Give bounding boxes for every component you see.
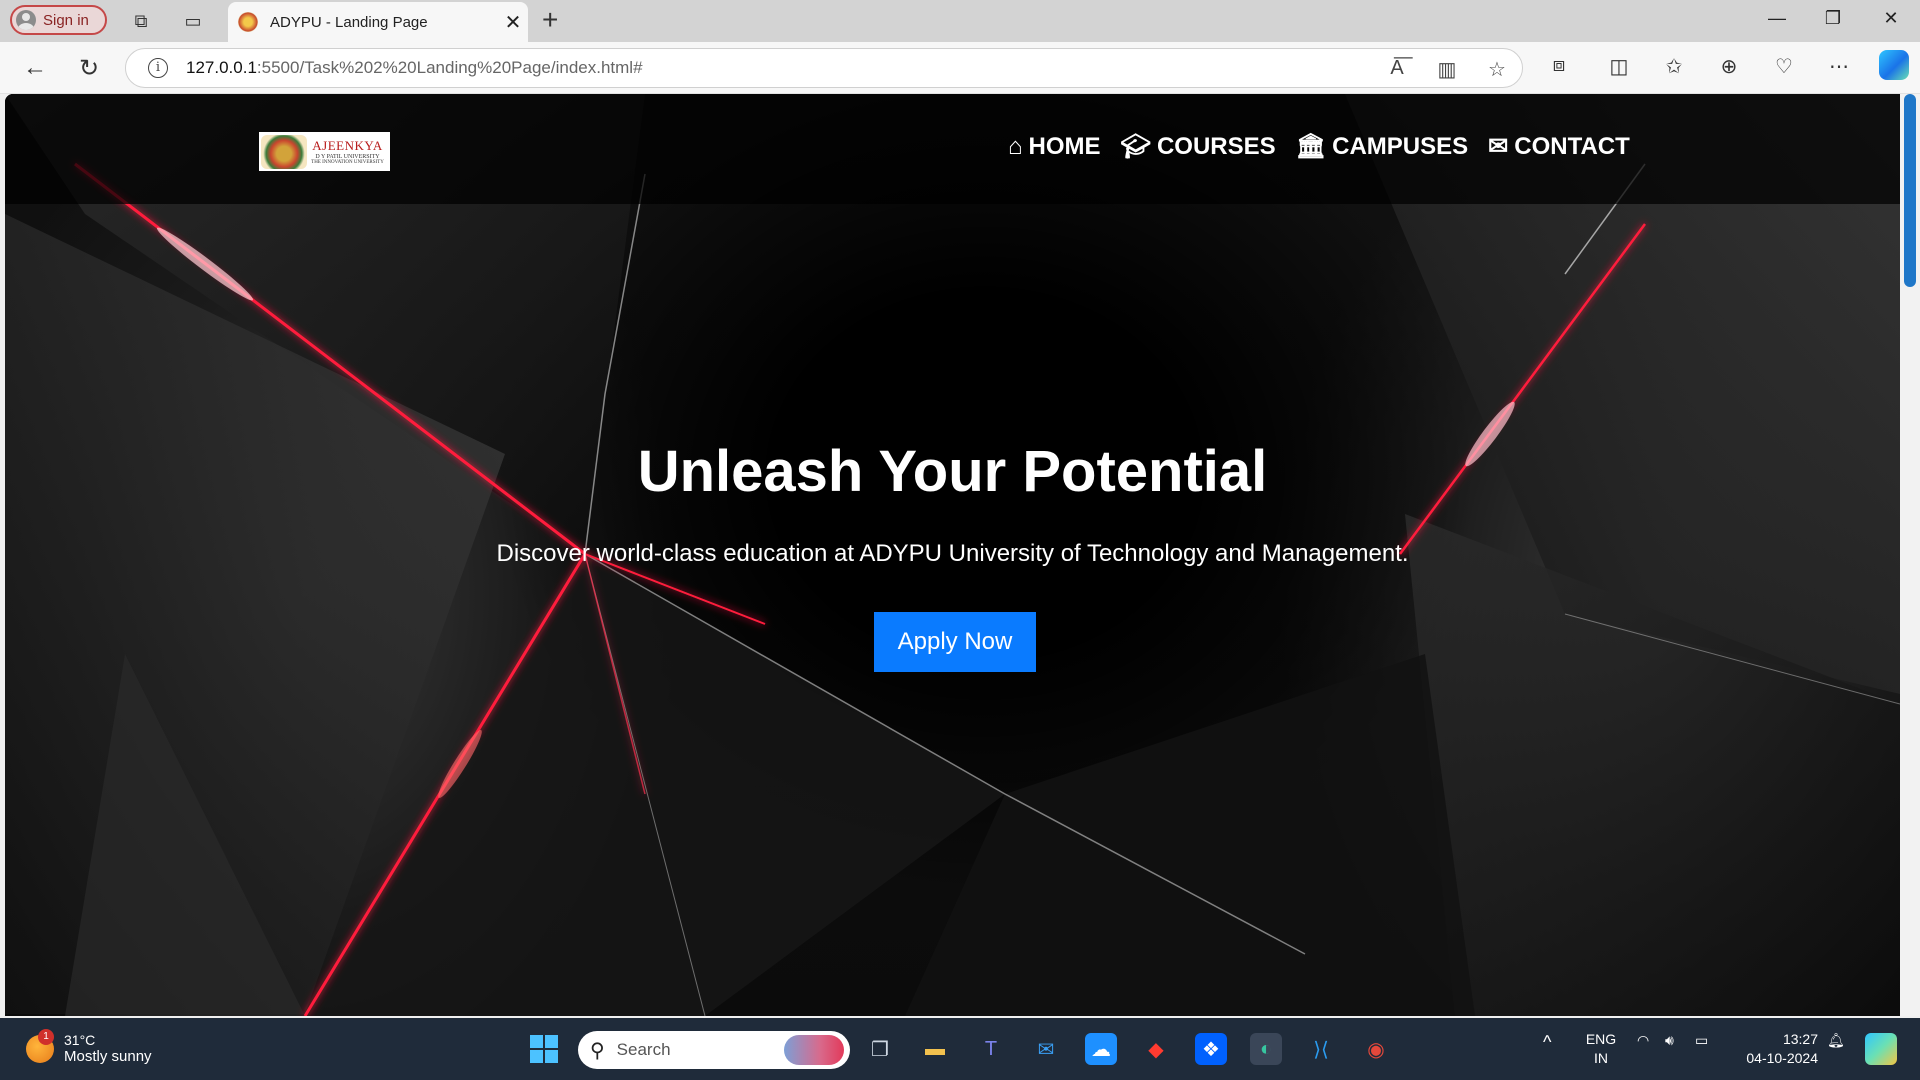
- wifi-icon[interactable]: ◠: [1637, 1032, 1649, 1049]
- nav-home-label: HOME: [1028, 132, 1101, 160]
- clock-time: 13:27: [1782, 1031, 1818, 1047]
- url-text[interactable]: 127.0.0.1:5500/Task%202%20Landing%20Page…: [186, 58, 643, 78]
- language-indicator[interactable]: ENG IN: [1584, 1030, 1618, 1068]
- favorites-icon[interactable]: ✩: [1659, 54, 1689, 79]
- workspaces-icon[interactable]: ⧉: [129, 9, 153, 33]
- system-clock[interactable]: 13:27 04-10-2024: [1738, 1030, 1818, 1068]
- file-explorer-icon[interactable]: ▬: [919, 1033, 951, 1065]
- weather-widget[interactable]: 1 31°C Mostly sunny: [26, 1028, 152, 1065]
- favorite-star-icon[interactable]: ☆: [1482, 57, 1512, 82]
- profile-avatar-icon: [16, 10, 36, 30]
- immersive-reader-icon[interactable]: ▥: [1432, 57, 1462, 82]
- search-highlight-art: [784, 1035, 844, 1065]
- close-window-icon[interactable]: ✕: [1871, 8, 1911, 29]
- home-icon: ⌂: [1008, 132, 1023, 160]
- logo-line-1: AJEENKYA: [312, 138, 383, 153]
- taskbar-search[interactable]: ⚲ Search: [578, 1031, 850, 1069]
- nav-contact[interactable]: ✉ CONTACT: [1488, 132, 1630, 161]
- chrome-icon[interactable]: ◉: [1360, 1033, 1392, 1065]
- sign-in-label: Sign in: [43, 11, 89, 29]
- sign-in-button[interactable]: Sign in: [10, 5, 107, 35]
- university-logo[interactable]: AJEENKYA D Y PATIL UNIVERSITY THE INNOVA…: [259, 132, 390, 171]
- nav-campuses[interactable]: 🏛︎ CAMPUSES: [1296, 132, 1469, 161]
- edge-browser-icon[interactable]: ◐: [1250, 1033, 1282, 1065]
- region-code: IN: [1594, 1050, 1608, 1066]
- weather-temperature: 31°C: [64, 1032, 96, 1048]
- anydesk-icon[interactable]: ◆: [1140, 1033, 1172, 1065]
- nav-courses[interactable]: 🎓︎ COURSES: [1121, 132, 1276, 161]
- more-menu-icon[interactable]: ⋯: [1824, 54, 1854, 79]
- language-code: ENG: [1585, 1031, 1617, 1047]
- search-icon: ⚲: [590, 1039, 605, 1062]
- weather-badge: 1: [38, 1028, 54, 1045]
- windows-start-icon[interactable]: [528, 1033, 560, 1065]
- nav-contact-label: CONTACT: [1514, 132, 1630, 160]
- vscode-icon[interactable]: ⟩⟨: [1305, 1033, 1337, 1065]
- scrollbar-thumb[interactable]: [1904, 94, 1916, 287]
- restore-icon[interactable]: ❐: [1813, 8, 1853, 29]
- tab-landing-page[interactable]: ADYPU - Landing Page ✕: [228, 2, 528, 42]
- apply-now-button[interactable]: Apply Now: [874, 612, 1036, 672]
- browser-tab-bar: Sign in ⧉ ▭ ADYPU - Landing Page ✕ + — ❐…: [0, 0, 1920, 42]
- cloud-upload-icon[interactable]: ☁: [1085, 1033, 1117, 1065]
- back-icon[interactable]: ←: [20, 54, 50, 82]
- browser-essentials-icon[interactable]: ♡: [1769, 54, 1799, 79]
- mail-icon[interactable]: ✉: [1030, 1033, 1062, 1065]
- page-scrollbar[interactable]: [1900, 94, 1920, 1016]
- main-nav: ⌂ HOME 🎓︎ COURSES 🏛︎ CAMPUSES ✉ CONTACT: [1008, 132, 1630, 161]
- close-tab-icon[interactable]: ✕: [498, 10, 528, 35]
- logo-line-3: THE INNOVATION UNIVERSITY: [311, 160, 384, 165]
- weather-description: Mostly sunny: [64, 1048, 152, 1065]
- tab-title: ADYPU - Landing Page: [270, 13, 428, 31]
- collections-icon[interactable]: ⊕: [1714, 54, 1744, 79]
- minimize-icon[interactable]: —: [1757, 8, 1797, 29]
- tab-actions-icon[interactable]: ▭: [181, 9, 205, 33]
- graduation-cap-icon: 🎓︎: [1120, 133, 1151, 160]
- refresh-icon[interactable]: ↻: [74, 54, 104, 83]
- volume-icon[interactable]: 🔊︎: [1665, 1032, 1674, 1049]
- dropbox-icon[interactable]: ❖: [1195, 1033, 1227, 1065]
- copilot-taskbar-icon[interactable]: [1865, 1033, 1897, 1065]
- battery-icon[interactable]: ▭: [1695, 1032, 1708, 1049]
- site-header: AJEENKYA D Y PATIL UNIVERSITY THE INNOVA…: [5, 94, 1900, 204]
- windows-taskbar: 1 31°C Mostly sunny ⚲ Search ❐ ▬ T ✉ ☁ ◆…: [0, 1018, 1920, 1080]
- page-viewport: AJEENKYA D Y PATIL UNIVERSITY THE INNOVA…: [5, 94, 1900, 1016]
- hero-subtitle: Discover world-class education at ADYPU …: [496, 540, 1409, 567]
- nav-home[interactable]: ⌂ HOME: [1008, 132, 1101, 161]
- university-seal-icon: [261, 134, 307, 169]
- envelope-icon: ✉: [1488, 133, 1509, 160]
- address-toolbar: ← ↻ i 127.0.0.1:5500/Task%202%20Landing%…: [0, 42, 1920, 94]
- show-hidden-icons-icon[interactable]: ^: [1543, 1032, 1551, 1053]
- hero-title: Unleash Your Potential: [637, 439, 1268, 504]
- address-bar[interactable]: i 127.0.0.1:5500/Task%202%20Landing%20Pa…: [125, 48, 1523, 88]
- copilot-icon[interactable]: [1879, 50, 1909, 80]
- nav-courses-label: COURSES: [1156, 132, 1276, 160]
- nav-campuses-label: CAMPUSES: [1332, 132, 1469, 160]
- read-aloud-icon[interactable]: A͞: [1382, 57, 1412, 80]
- extensions-icon[interactable]: ⧈: [1544, 54, 1574, 77]
- teams-icon[interactable]: T: [975, 1033, 1007, 1065]
- new-tab-button[interactable]: +: [542, 4, 558, 36]
- notifications-bell-icon[interactable]: 🔔︎: [1827, 1032, 1845, 1049]
- weather-sun-icon: 1: [26, 1028, 54, 1063]
- clock-date: 04-10-2024: [1746, 1050, 1818, 1066]
- site-favicon-icon: [238, 12, 258, 32]
- task-view-icon[interactable]: ❐: [864, 1033, 896, 1065]
- taskbar-search-label: Search: [616, 1040, 671, 1059]
- institution-icon: 🏛︎: [1295, 133, 1327, 160]
- site-info-icon[interactable]: i: [148, 58, 168, 78]
- split-screen-icon[interactable]: ◫: [1604, 54, 1634, 79]
